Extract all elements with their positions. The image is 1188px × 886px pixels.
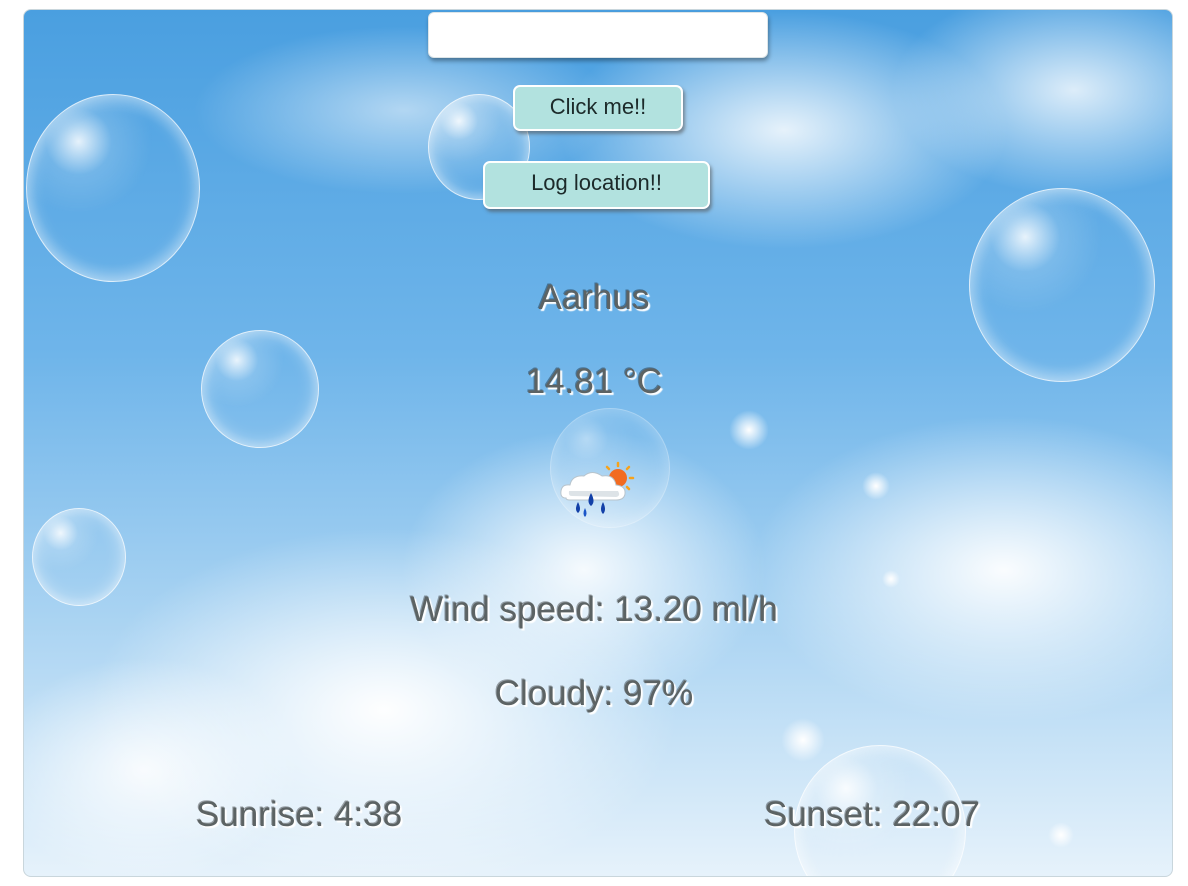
click-me-button[interactable]: Click me!!	[513, 85, 683, 131]
bubble-decoration	[26, 94, 200, 282]
rain-cloud-sun-icon	[560, 461, 635, 517]
sky-background	[23, 9, 1173, 877]
sunset-time: Sunset: 22:07	[764, 795, 980, 834]
sparkle-decoration	[781, 718, 825, 762]
cloudiness: Cloudy: 97%	[494, 674, 694, 713]
city-name: Aarhus	[538, 278, 650, 317]
sparkle-decoration	[1048, 822, 1074, 848]
log-location-button[interactable]: Log location!!	[483, 161, 710, 209]
sparkle-decoration	[882, 570, 900, 588]
sunrise-time: Sunrise: 4:38	[196, 795, 403, 834]
sparkle-decoration	[729, 410, 769, 450]
wind-speed: Wind speed: 13.20 ml/h	[410, 590, 778, 629]
temperature-value: 14.81 °C	[525, 362, 663, 401]
sparkle-decoration	[862, 472, 890, 500]
city-search-input[interactable]	[428, 12, 768, 58]
